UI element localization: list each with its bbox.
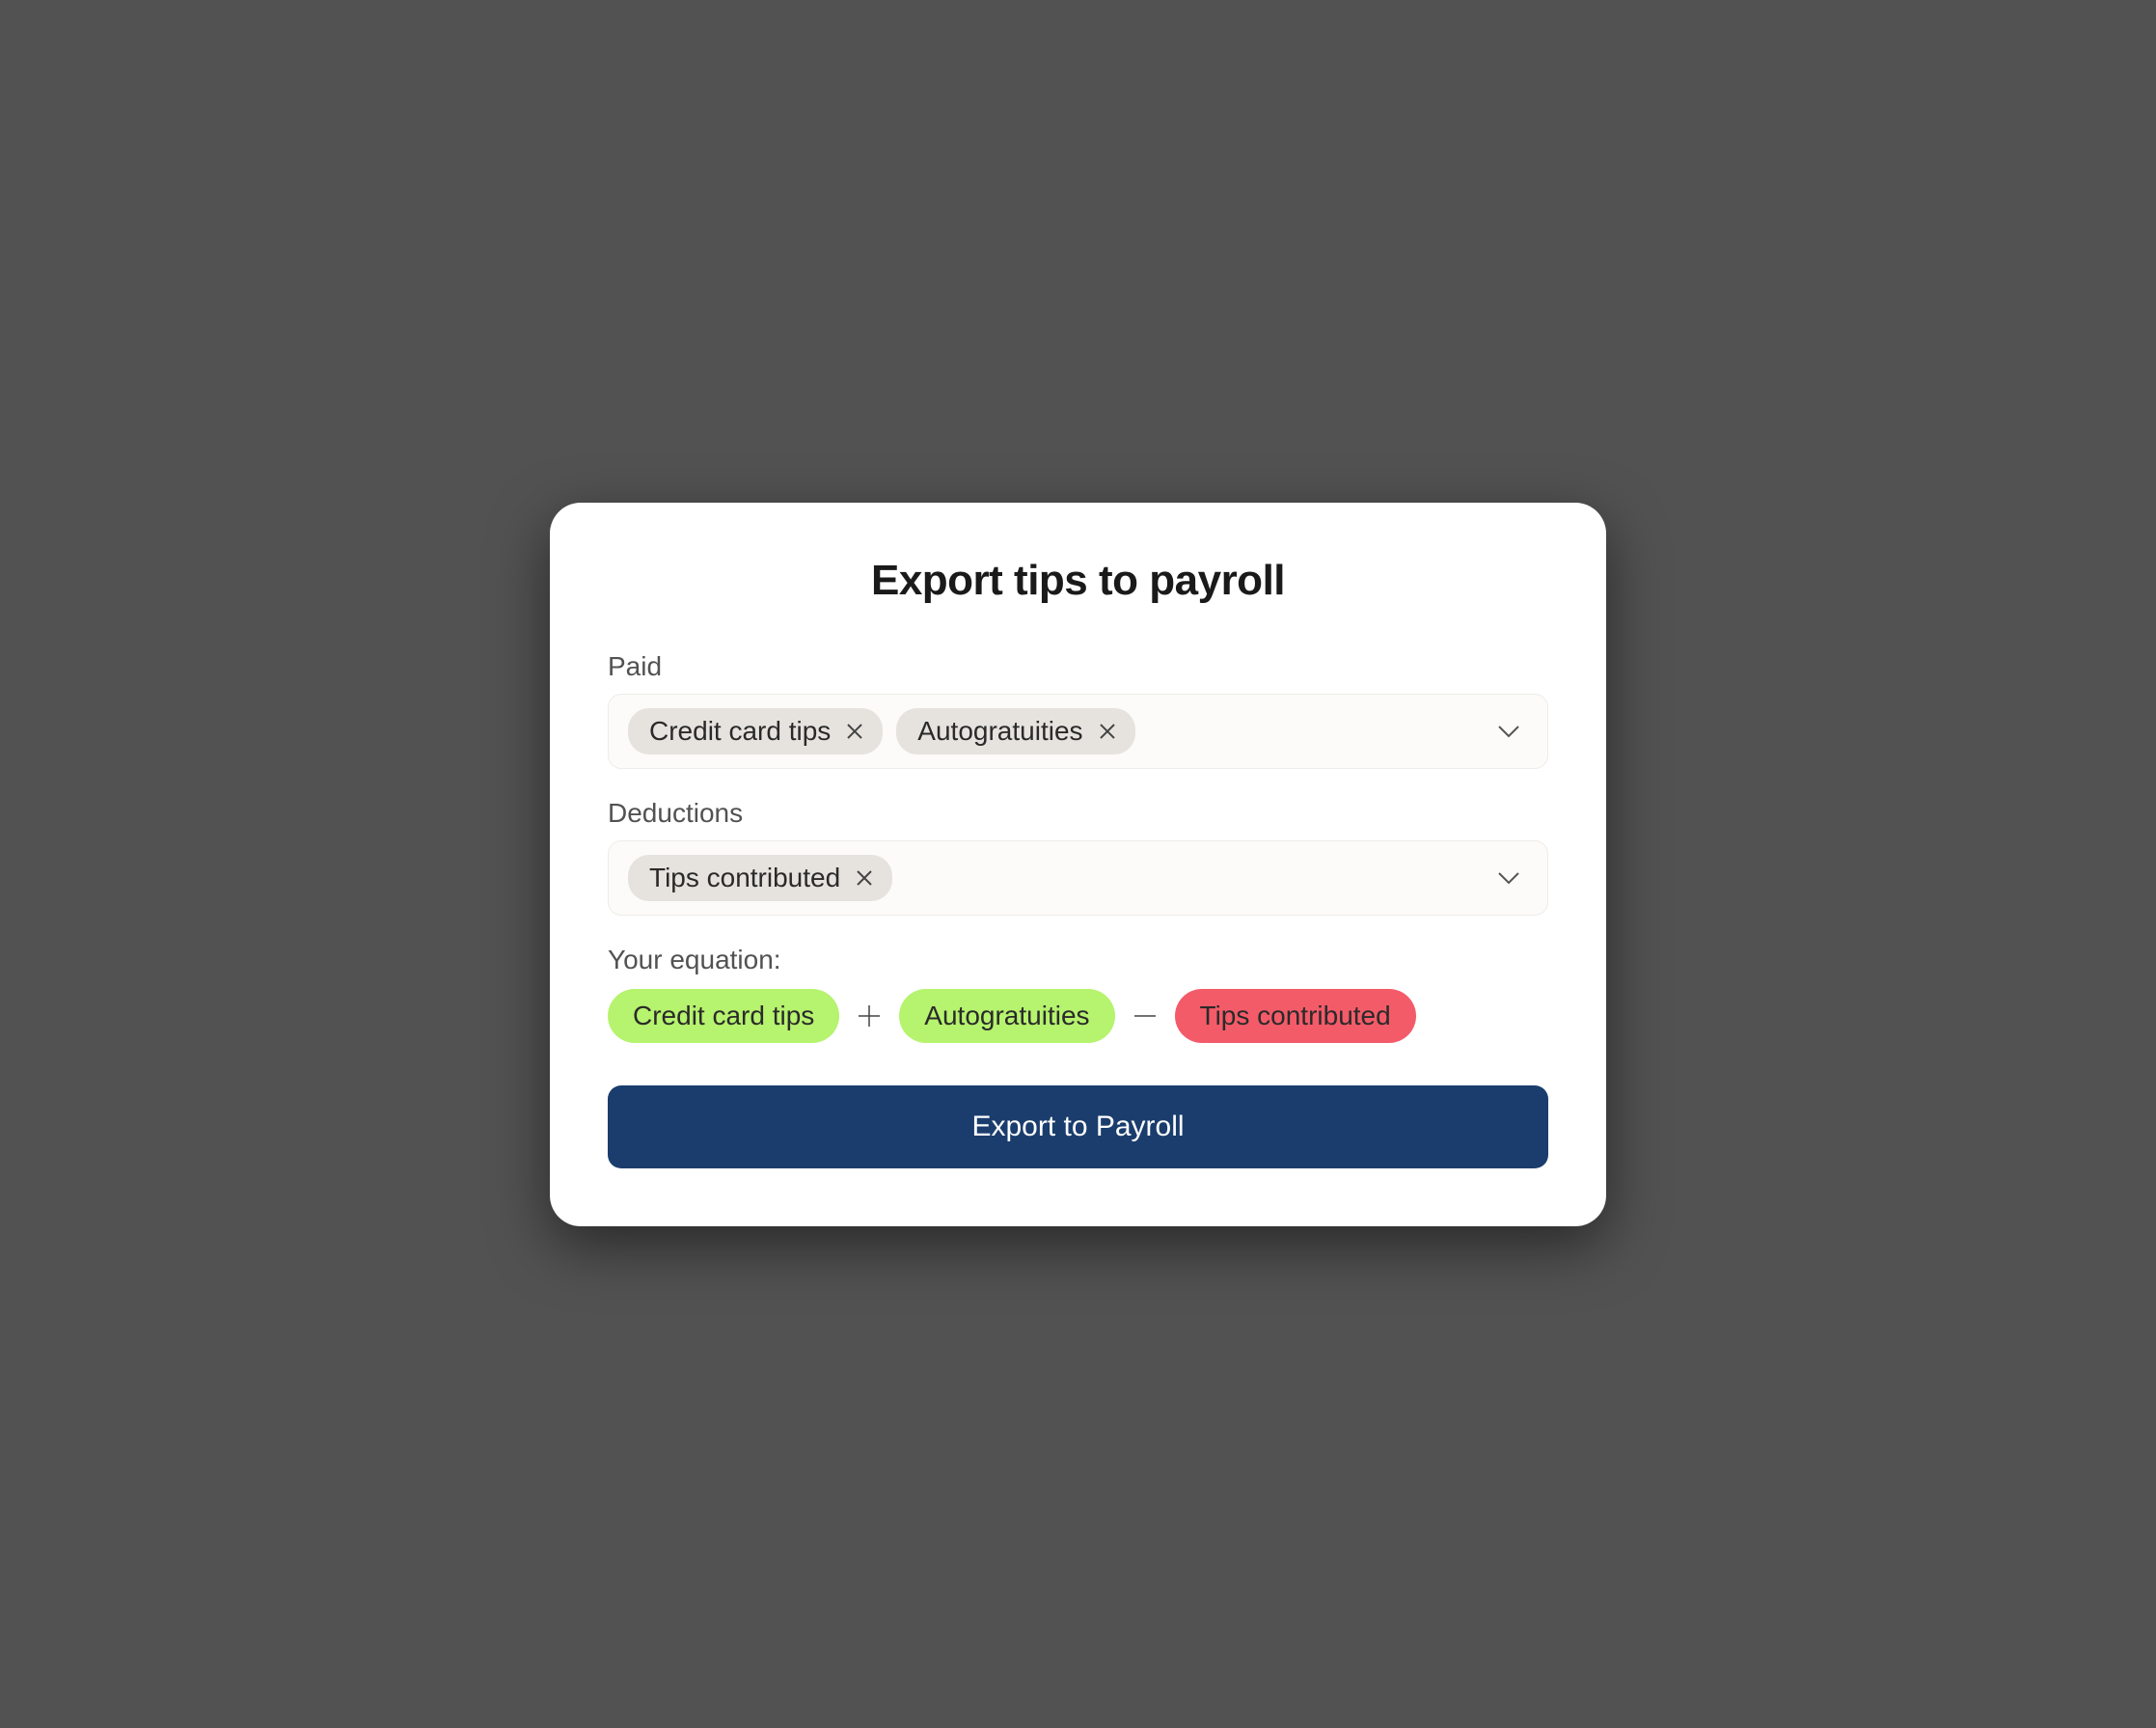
chevron-down-icon[interactable] (1497, 725, 1520, 738)
equation-term: Autogratuities (899, 989, 1114, 1043)
chip-label: Autogratuities (917, 716, 1082, 747)
paid-select[interactable]: Credit card tips Autogratuities (608, 694, 1548, 769)
deductions-chip: Tips contributed (628, 855, 892, 901)
equation-section: Your equation: Credit card tips Autograt… (608, 945, 1548, 1043)
close-icon[interactable] (844, 721, 865, 742)
chevron-down-icon[interactable] (1497, 871, 1520, 885)
deductions-label: Deductions (608, 798, 1548, 829)
paid-chip: Credit card tips (628, 708, 883, 754)
equation-term: Credit card tips (608, 989, 839, 1043)
export-tips-modal: Export tips to payroll Paid Credit card … (550, 503, 1606, 1226)
plus-icon (857, 1003, 882, 1029)
chip-label: Tips contributed (649, 863, 840, 893)
deductions-field: Deductions Tips contributed (608, 798, 1548, 916)
equation-label: Your equation: (608, 945, 1548, 975)
chip-label: Credit card tips (649, 716, 831, 747)
deductions-select[interactable]: Tips contributed (608, 840, 1548, 916)
minus-icon (1133, 1003, 1158, 1029)
equation-row: Credit card tips Autogratuities Tips con… (608, 989, 1548, 1043)
equation-term: Tips contributed (1175, 989, 1416, 1043)
modal-title: Export tips to payroll (608, 557, 1548, 605)
paid-field: Paid Credit card tips Autogratuities (608, 651, 1548, 769)
close-icon[interactable] (854, 867, 875, 889)
paid-label: Paid (608, 651, 1548, 682)
paid-chip: Autogratuities (896, 708, 1134, 754)
export-button[interactable]: Export to Payroll (608, 1085, 1548, 1168)
close-icon[interactable] (1097, 721, 1118, 742)
